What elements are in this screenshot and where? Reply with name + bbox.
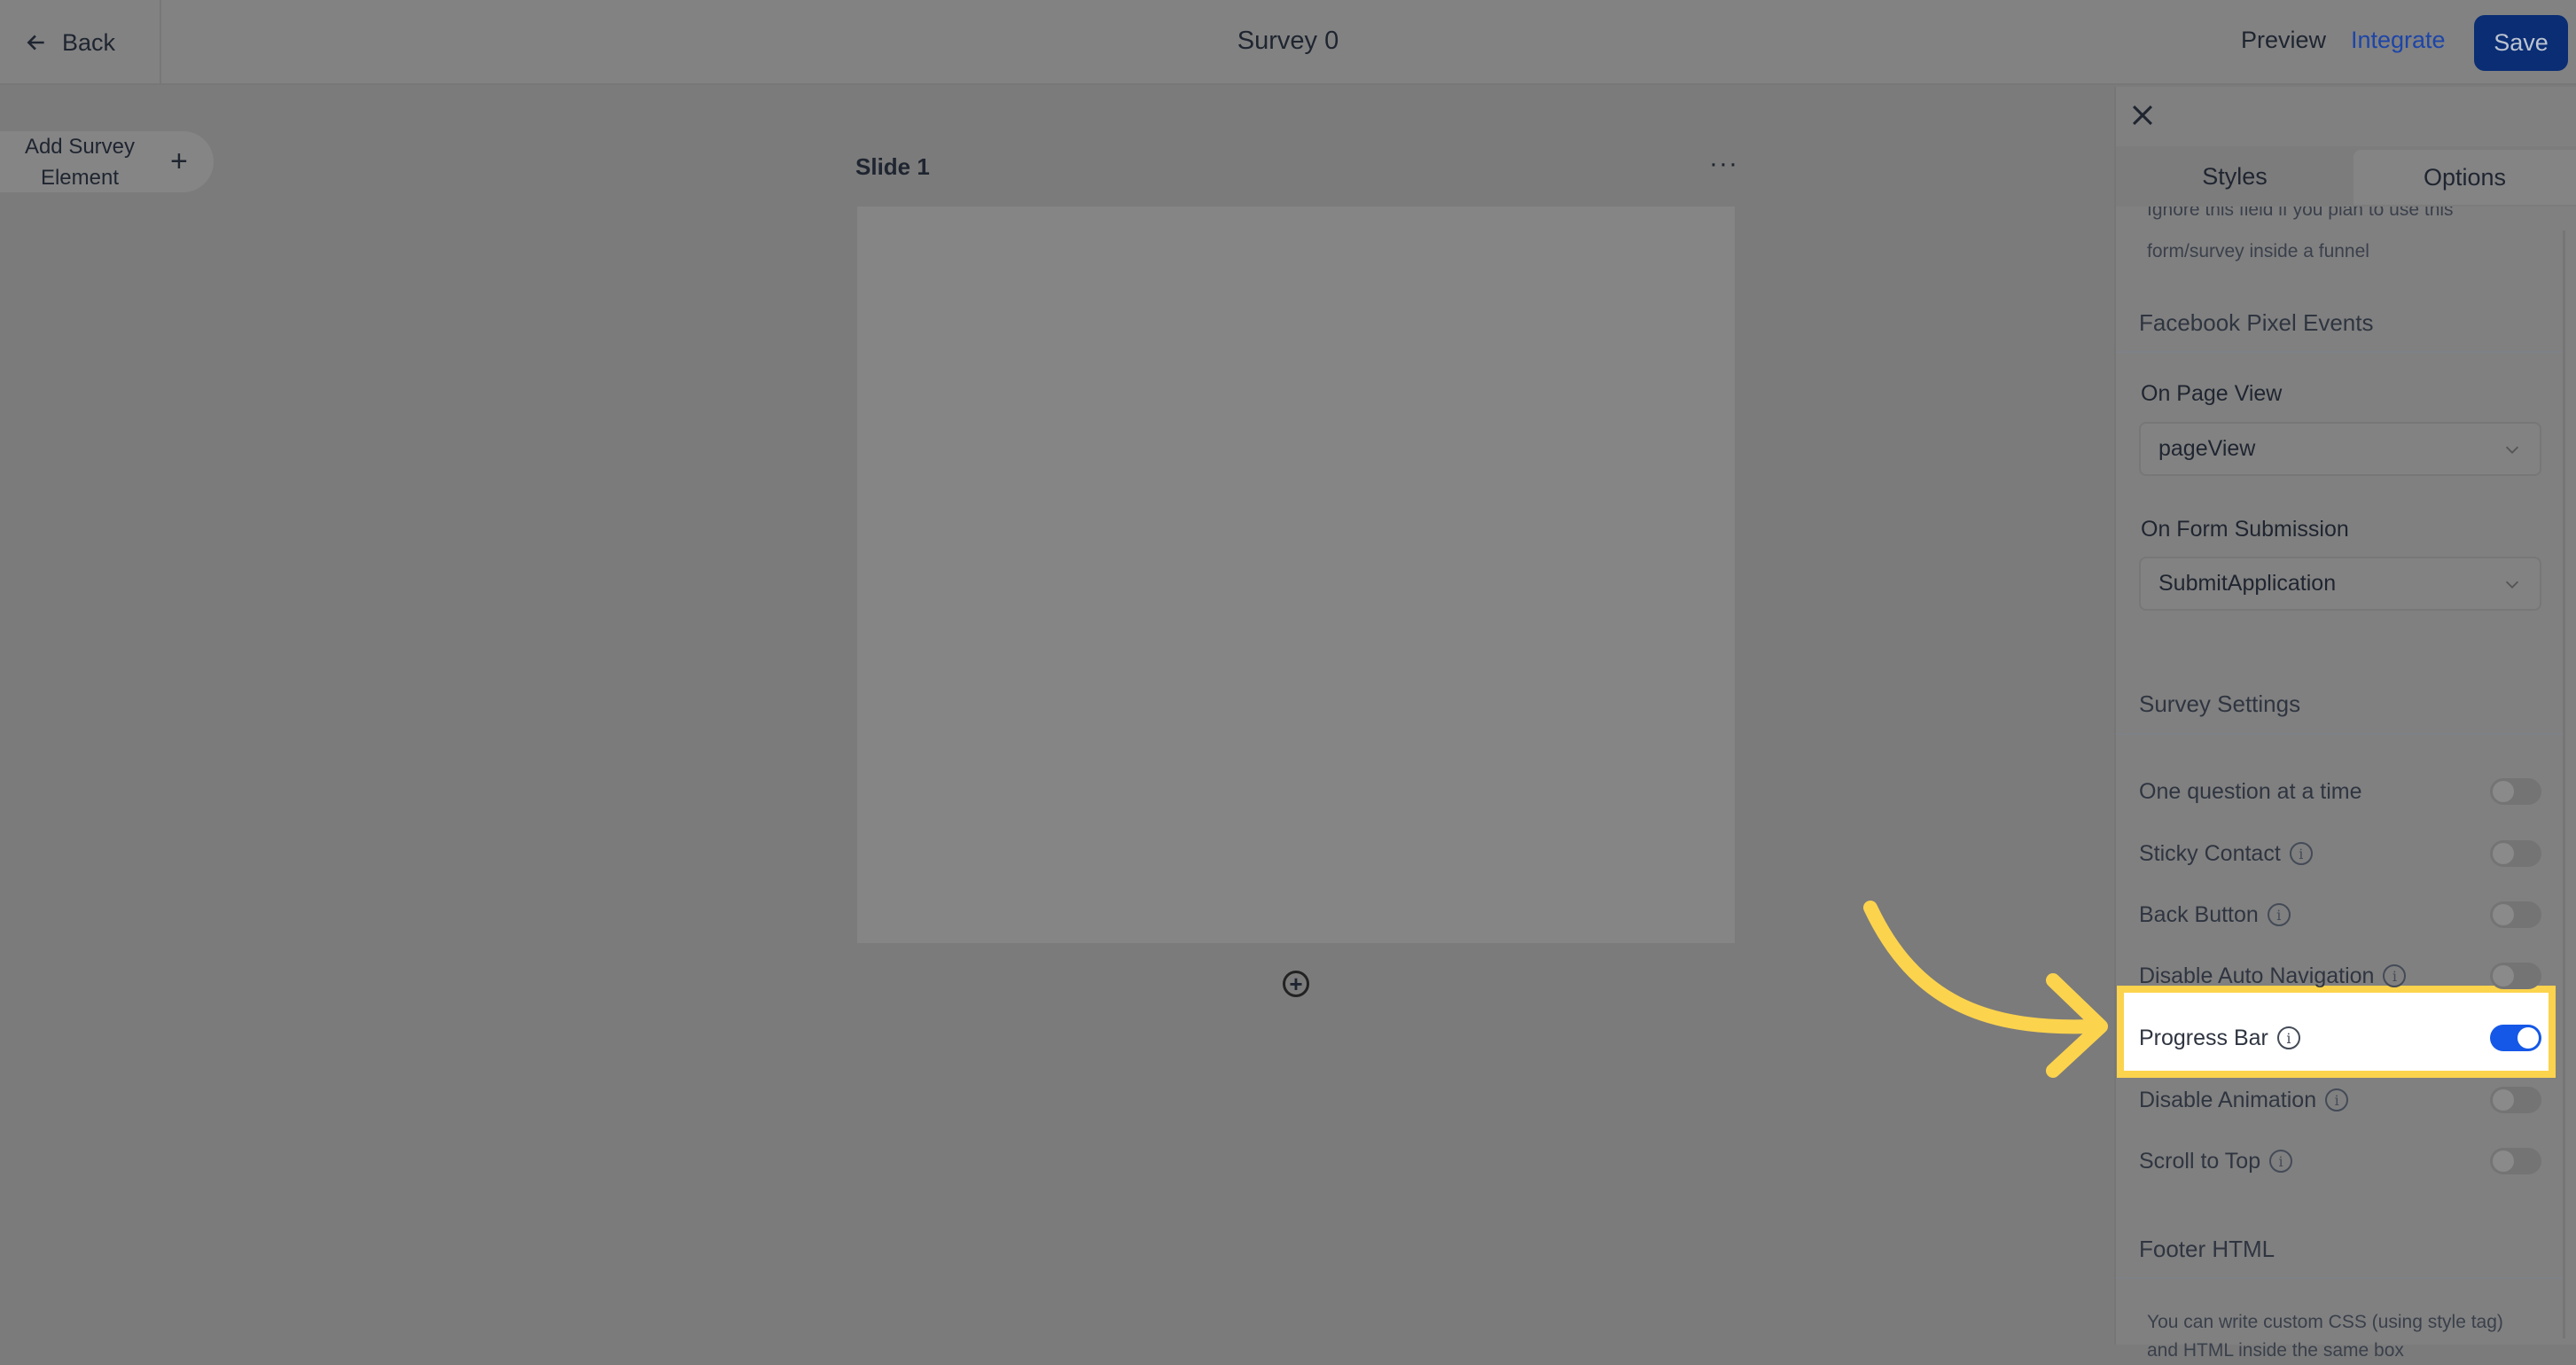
setting-row-progress-bar: Progress Bar i bbox=[2139, 1020, 2541, 1056]
setting-label: Disable Animation bbox=[2139, 1087, 2317, 1112]
on-page-view-select[interactable]: pageView bbox=[2139, 422, 2541, 476]
setting-label: Progress Bar bbox=[2139, 1025, 2268, 1050]
info-icon[interactable]: i bbox=[2269, 1150, 2293, 1173]
tab-styles[interactable]: Styles bbox=[2116, 146, 2354, 207]
plus-icon: + bbox=[170, 144, 188, 178]
chevron-down-icon bbox=[2505, 446, 2519, 454]
divider bbox=[2116, 733, 2564, 735]
section-header-survey-settings: Survey Settings bbox=[2139, 690, 2301, 717]
setting-label-group: Scroll to Top i bbox=[2139, 1148, 2293, 1174]
help-text-top: Ignore this field if you plan to use thi… bbox=[2147, 207, 2454, 220]
setting-row-scroll-to-top: Scroll to Top i bbox=[2139, 1143, 2541, 1179]
close-icon[interactable] bbox=[2127, 100, 2158, 130]
slide-title: Slide 1 bbox=[855, 153, 930, 180]
add-survey-element-label: Add Survey Element bbox=[24, 134, 136, 190]
arrow-left-icon bbox=[27, 35, 44, 51]
setting-label: Back Button bbox=[2139, 901, 2259, 927]
info-icon[interactable]: i bbox=[2267, 903, 2291, 926]
on-page-view-label: On Page View bbox=[2141, 381, 2283, 406]
toggle-switch[interactable] bbox=[2490, 963, 2541, 989]
integrate-button[interactable]: Integrate bbox=[2351, 27, 2446, 54]
setting-label-group: Back Button i bbox=[2139, 902, 2291, 928]
info-icon[interactable]: i bbox=[2276, 1026, 2300, 1049]
setting-label-group: Sticky Contact i bbox=[2139, 841, 2313, 867]
help-text-clip: Ignore this field if you plan to use thi… bbox=[2116, 207, 2563, 230]
on-form-submission-label: On Form Submission bbox=[2141, 517, 2349, 542]
setting-label-group: Disable Animation i bbox=[2139, 1087, 2349, 1113]
save-button[interactable]: Save bbox=[2474, 15, 2568, 71]
footer-help-text: You can write custom CSS (using style ta… bbox=[2147, 1312, 2503, 1361]
divider bbox=[160, 0, 161, 85]
setting-label-group: Progress Bar i bbox=[2139, 1026, 2300, 1051]
chevron-down-icon bbox=[2505, 581, 2519, 589]
divider bbox=[2116, 1277, 2564, 1279]
tab-options[interactable]: Options bbox=[2354, 150, 2576, 205]
toggle-switch[interactable] bbox=[2490, 1025, 2541, 1051]
select-value: pageView bbox=[2158, 436, 2256, 461]
preview-button[interactable]: Preview bbox=[2241, 27, 2326, 54]
info-icon[interactable]: i bbox=[2325, 1088, 2349, 1112]
panel-tabs: Styles Options bbox=[2116, 146, 2576, 207]
toggle-switch[interactable] bbox=[2490, 901, 2541, 928]
plus-circle-icon[interactable]: + bbox=[1283, 971, 1309, 997]
top-bar bbox=[0, 0, 2576, 85]
setting-label: Disable Auto Navigation bbox=[2139, 963, 2375, 988]
setting-row-disable-animation: Disable Animation i bbox=[2139, 1082, 2541, 1118]
back-button[interactable]: Back bbox=[25, 25, 115, 60]
add-survey-element-button[interactable]: Add Survey Element + bbox=[0, 131, 214, 192]
setting-row-disable-auto-navigation: Disable Auto Navigation i bbox=[2139, 958, 2541, 994]
back-label: Back bbox=[62, 28, 116, 56]
setting-row-one-question-at-a-time: One question at a time bbox=[2139, 774, 2541, 809]
section-header-facebook: Facebook Pixel Events bbox=[2139, 309, 2374, 336]
setting-label: Scroll to Top bbox=[2139, 1148, 2261, 1174]
toggle-switch[interactable] bbox=[2490, 1148, 2541, 1174]
info-icon[interactable]: i bbox=[2289, 842, 2313, 865]
setting-label-group: One question at a time bbox=[2139, 779, 2362, 805]
setting-label: One question at a time bbox=[2139, 778, 2362, 804]
section-header-footer-html: Footer HTML bbox=[2139, 1236, 2275, 1262]
toggle-switch[interactable] bbox=[2490, 1087, 2541, 1113]
on-form-submission-select[interactable]: SubmitApplication bbox=[2139, 557, 2541, 611]
more-options-icon[interactable]: ··· bbox=[1709, 149, 1738, 179]
toggle-switch[interactable] bbox=[2490, 840, 2541, 867]
setting-row-sticky-contact: Sticky Contact i bbox=[2139, 836, 2541, 871]
setting-row-back-button: Back Button i bbox=[2139, 897, 2541, 932]
info-icon[interactable]: i bbox=[2383, 964, 2407, 987]
toggle-switch[interactable] bbox=[2490, 778, 2541, 805]
scrollbar[interactable] bbox=[2563, 230, 2565, 1338]
select-value: SubmitApplication bbox=[2158, 571, 2337, 596]
divider bbox=[2116, 351, 2564, 353]
setting-label-group: Disable Auto Navigation i bbox=[2139, 963, 2407, 989]
help-text: form/survey inside a funnel bbox=[2147, 241, 2369, 261]
setting-label: Sticky Contact bbox=[2139, 840, 2281, 866]
slide-canvas[interactable] bbox=[857, 207, 1735, 943]
